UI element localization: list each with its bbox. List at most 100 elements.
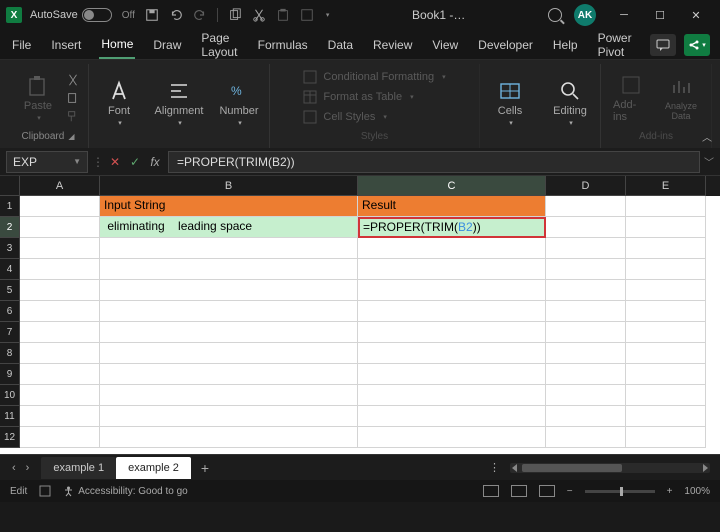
- row-header-6[interactable]: 6: [0, 301, 20, 322]
- cell-C7[interactable]: [358, 322, 546, 343]
- cell-C12[interactable]: [358, 427, 546, 448]
- cell-E3[interactable]: [626, 238, 706, 259]
- cancel-formula-button[interactable]: ✕: [106, 153, 124, 171]
- cell-B2[interactable]: eliminating leading space: [100, 217, 358, 238]
- col-header-D[interactable]: D: [546, 176, 626, 196]
- cell-E5[interactable]: [626, 280, 706, 301]
- cell-C3[interactable]: [358, 238, 546, 259]
- normal-view-button[interactable]: [483, 485, 499, 497]
- tab-insert[interactable]: Insert: [49, 32, 83, 58]
- autosave-toggle[interactable]: [82, 8, 112, 22]
- cell-E7[interactable]: [626, 322, 706, 343]
- stats-icon[interactable]: [39, 485, 51, 497]
- cell-D8[interactable]: [546, 343, 626, 364]
- redo-icon[interactable]: [193, 8, 207, 22]
- sheet-options-icon[interactable]: ⋮: [489, 461, 500, 474]
- cell-D4[interactable]: [546, 259, 626, 280]
- sheet-next-icon[interactable]: ›: [26, 462, 30, 474]
- copy-mini-icon[interactable]: [66, 91, 80, 105]
- row-header-8[interactable]: 8: [0, 343, 20, 364]
- user-avatar[interactable]: AK: [574, 4, 596, 26]
- cell-B6[interactable]: [100, 301, 358, 322]
- cell-styles-button[interactable]: Cell Styles▾: [303, 110, 386, 124]
- undo-icon[interactable]: [169, 8, 183, 22]
- cut-icon[interactable]: [252, 8, 266, 22]
- font-button[interactable]: Font ▾: [97, 77, 141, 129]
- tab-data[interactable]: Data: [326, 32, 355, 58]
- cut-mini-icon[interactable]: [66, 73, 80, 87]
- tab-file[interactable]: File: [10, 32, 33, 58]
- cell-D3[interactable]: [546, 238, 626, 259]
- sheet-tab-example-2[interactable]: example 2: [116, 457, 191, 479]
- cell-B8[interactable]: [100, 343, 358, 364]
- cell-E6[interactable]: [626, 301, 706, 322]
- cell-B9[interactable]: [100, 364, 358, 385]
- cell-A12[interactable]: [20, 427, 100, 448]
- cell-B12[interactable]: [100, 427, 358, 448]
- cell-D2[interactable]: [546, 217, 626, 238]
- tab-review[interactable]: Review: [371, 32, 414, 58]
- cell-D10[interactable]: [546, 385, 626, 406]
- row-header-5[interactable]: 5: [0, 280, 20, 301]
- cell-B10[interactable]: [100, 385, 358, 406]
- zoom-level[interactable]: 100%: [684, 486, 710, 497]
- select-all-corner[interactable]: [0, 176, 20, 196]
- tab-power-pivot[interactable]: Power Pivot: [596, 25, 634, 65]
- cell-A4[interactable]: [20, 259, 100, 280]
- row-header-12[interactable]: 12: [0, 427, 20, 448]
- cell-E2[interactable]: [626, 217, 706, 238]
- alignment-button[interactable]: Alignment ▾: [157, 77, 201, 129]
- tab-developer[interactable]: Developer: [476, 32, 535, 58]
- cell-C8[interactable]: [358, 343, 546, 364]
- cell-B7[interactable]: [100, 322, 358, 343]
- cell-E9[interactable]: [626, 364, 706, 385]
- zoom-in-button[interactable]: +: [667, 486, 673, 497]
- cell-D7[interactable]: [546, 322, 626, 343]
- cell-D5[interactable]: [546, 280, 626, 301]
- tab-formulas[interactable]: Formulas: [256, 32, 310, 58]
- cell-A8[interactable]: [20, 343, 100, 364]
- search-icon[interactable]: [548, 8, 562, 22]
- cells-button[interactable]: Cells ▾: [488, 77, 532, 129]
- cell-A6[interactable]: [20, 301, 100, 322]
- row-header-3[interactable]: 3: [0, 238, 20, 259]
- tab-draw[interactable]: Draw: [151, 32, 183, 58]
- cell-B4[interactable]: [100, 259, 358, 280]
- qat-dropdown-icon[interactable]: ▾: [326, 11, 330, 19]
- cell-B11[interactable]: [100, 406, 358, 427]
- add-sheet-button[interactable]: +: [191, 460, 219, 476]
- cell-A3[interactable]: [20, 238, 100, 259]
- cell-B5[interactable]: [100, 280, 358, 301]
- tab-home[interactable]: Home: [99, 31, 135, 59]
- cell-B1[interactable]: Input String: [100, 196, 358, 217]
- paste-button[interactable]: Paste ▾: [16, 72, 60, 124]
- maximize-button[interactable]: ☐: [642, 1, 678, 29]
- conditional-formatting-button[interactable]: Conditional Formatting▾: [303, 70, 445, 84]
- col-header-A[interactable]: A: [20, 176, 100, 196]
- cell-E1[interactable]: [626, 196, 706, 217]
- cells-area[interactable]: Input StringResult eliminating leading s…: [20, 196, 720, 454]
- cell-D11[interactable]: [546, 406, 626, 427]
- addins-button[interactable]: Add-ins: [609, 71, 653, 125]
- cell-A11[interactable]: [20, 406, 100, 427]
- cell-C2[interactable]: =PROPER(TRIM(B2)): [358, 217, 546, 238]
- save-icon[interactable]: [145, 8, 159, 22]
- col-header-B[interactable]: B: [100, 176, 358, 196]
- cell-E4[interactable]: [626, 259, 706, 280]
- accessibility-status[interactable]: Accessibility: Good to go: [63, 486, 188, 497]
- cell-A1[interactable]: [20, 196, 100, 217]
- row-header-4[interactable]: 4: [0, 259, 20, 280]
- cell-A5[interactable]: [20, 280, 100, 301]
- row-header-9[interactable]: 9: [0, 364, 20, 385]
- cell-A7[interactable]: [20, 322, 100, 343]
- insert-function-button[interactable]: fx: [146, 153, 164, 171]
- cell-C1[interactable]: Result: [358, 196, 546, 217]
- cell-A9[interactable]: [20, 364, 100, 385]
- cell-A10[interactable]: [20, 385, 100, 406]
- tab-help[interactable]: Help: [551, 32, 580, 58]
- zoom-out-button[interactable]: −: [567, 486, 573, 497]
- comments-button[interactable]: [650, 34, 676, 56]
- preview-icon[interactable]: [300, 8, 314, 22]
- cell-E8[interactable]: [626, 343, 706, 364]
- tab-page-layout[interactable]: Page Layout: [199, 25, 239, 65]
